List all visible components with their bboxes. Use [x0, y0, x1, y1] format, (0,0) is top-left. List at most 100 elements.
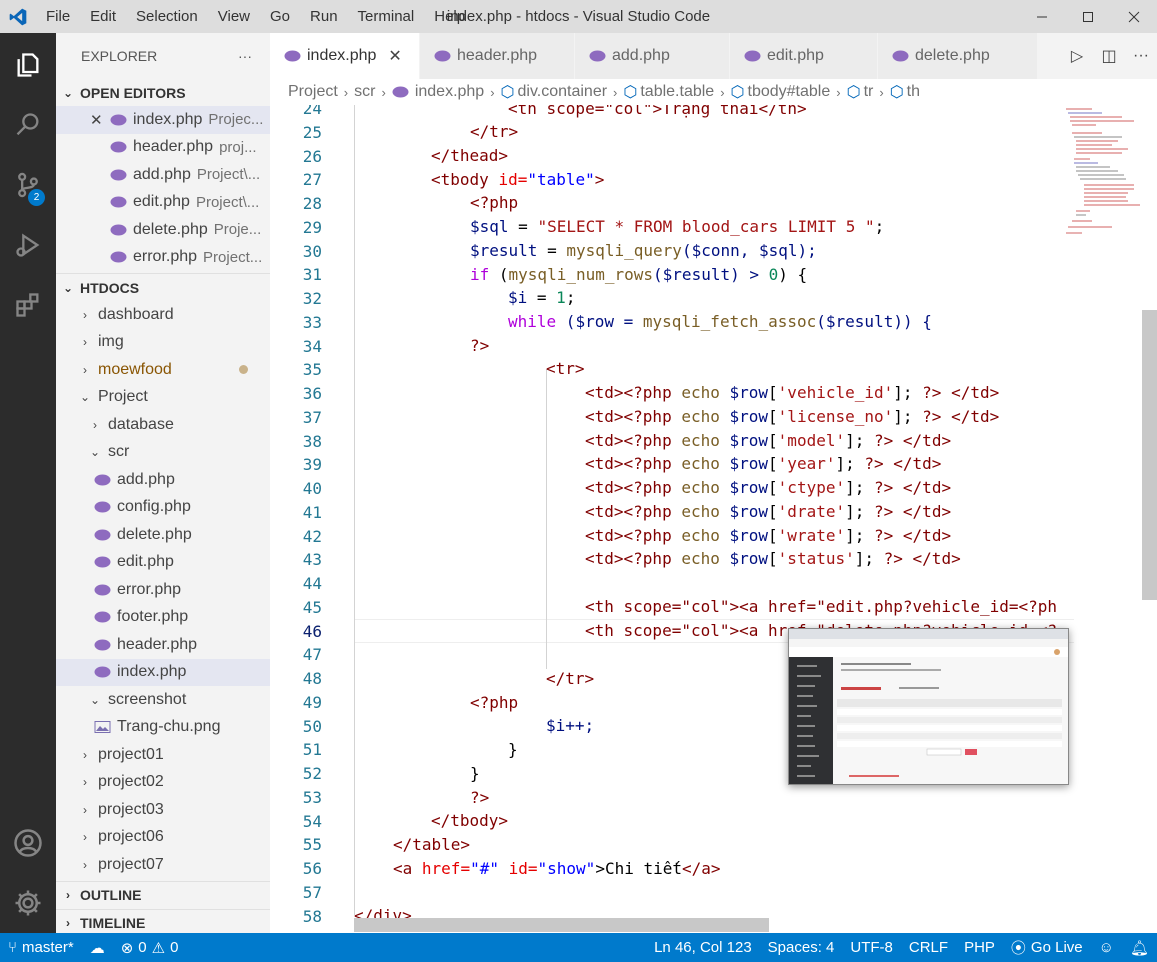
menu-terminal[interactable]: Terminal [348, 0, 425, 33]
file-item[interactable]: index.php [56, 658, 270, 686]
tab-add-php[interactable]: add.php [575, 33, 730, 79]
code-line: if (mysqli_num_rows($result) > 0) { [470, 265, 807, 284]
sync-status[interactable]: ☁ [82, 939, 113, 957]
split-editor-icon[interactable]: ◫ [1093, 46, 1125, 66]
open-editor-item[interactable]: error.php Project... [56, 244, 270, 272]
breadcrumb-item[interactable]: Project [288, 83, 338, 101]
encoding[interactable]: UTF-8 [842, 939, 901, 956]
breadcrumb-item[interactable]: table.table [640, 83, 714, 101]
menu-run[interactable]: Run [300, 0, 348, 33]
file-item[interactable]: footer.php [56, 604, 270, 632]
breadcrumb-item[interactable]: tbody#table [748, 83, 831, 101]
problems-status[interactable]: ⊗ 0 ⚠ 0 [113, 939, 187, 957]
menu-selection[interactable]: Selection [126, 0, 208, 33]
accounts-icon[interactable] [0, 819, 56, 867]
close-tab-icon[interactable]: ✕ [388, 46, 401, 66]
code-token: $row [729, 383, 769, 402]
indentation[interactable]: Spaces: 4 [760, 939, 843, 956]
run-debug-icon[interactable] [0, 221, 56, 269]
folder-project01[interactable]: › project01 [56, 741, 270, 769]
line-number: 49 [302, 692, 322, 712]
open-editor-item[interactable]: ✕ index.php Projec... [56, 106, 270, 134]
file-item[interactable]: edit.php [56, 549, 270, 577]
cursor-position[interactable]: Ln 46, Col 123 [646, 939, 760, 956]
breadcrumb-item[interactable]: scr [354, 83, 375, 101]
code-token: </td> [893, 501, 952, 521]
tab-edit-php[interactable]: edit.php [730, 33, 878, 79]
folder-project02[interactable]: › project02 [56, 769, 270, 797]
source-control-icon[interactable]: 2 [0, 161, 56, 209]
language-mode[interactable]: PHP [956, 939, 1003, 956]
breadcrumb-item[interactable]: div.container [518, 83, 608, 101]
folder-project[interactable]: ⌄ Project [56, 384, 270, 412]
minimize-button[interactable] [1019, 0, 1065, 33]
branch-status[interactable]: ⑂ master* [0, 939, 82, 956]
open-editors-section[interactable]: ⌄ OPEN EDITORS [56, 79, 270, 106]
open-editor-item[interactable]: header.php proj... [56, 134, 270, 162]
error-count: 0 [138, 939, 147, 956]
open-editor-item[interactable]: add.php Project\... [56, 161, 270, 189]
breadcrumb-item[interactable]: index.php [415, 83, 484, 101]
file-item[interactable]: header.php [56, 631, 270, 659]
settings-gear-icon[interactable] [0, 879, 56, 927]
tab-index-php[interactable]: index.php ✕ [270, 33, 420, 79]
tab-delete-php[interactable]: delete.php [878, 33, 1038, 79]
file-item[interactable]: add.php [56, 466, 270, 494]
code-token: "show" [537, 859, 596, 878]
extensions-icon[interactable] [0, 281, 56, 329]
notifications-bell-icon[interactable]: 🔔︎ [1122, 939, 1157, 957]
minimap[interactable] [1062, 105, 1142, 245]
close-icon[interactable]: ✕ [90, 111, 104, 129]
feedback-icon[interactable]: ☺ [1091, 939, 1122, 956]
folder-img[interactable]: › img [56, 329, 270, 357]
file-item[interactable]: config.php [56, 494, 270, 522]
maximize-button[interactable] [1065, 0, 1111, 33]
breadcrumb-item[interactable]: th [907, 83, 920, 101]
menu-help[interactable]: Help [424, 0, 475, 33]
menu-view[interactable]: View [208, 0, 260, 33]
folder-screenshot[interactable]: ⌄ screenshot [56, 686, 270, 714]
vertical-scrollbar[interactable] [1142, 310, 1157, 600]
code-token: </thead> [431, 146, 509, 165]
folder-dashboard[interactable]: › dashboard [56, 301, 270, 329]
open-editor-item[interactable]: edit.php Project\... [56, 189, 270, 217]
git-branch-icon: ⑂ [8, 939, 18, 956]
code-token: </td> [941, 383, 1000, 402]
file-name: index.php [133, 110, 203, 128]
folder-scr[interactable]: ⌄ scr [56, 439, 270, 467]
folder-database[interactable]: › database [56, 411, 270, 439]
open-editor-item[interactable]: delete.php Proje... [56, 216, 270, 244]
end-of-line[interactable]: CRLF [901, 939, 956, 956]
more-actions-icon[interactable]: ··· [1125, 47, 1157, 65]
tab-header-php[interactable]: header.php [420, 33, 575, 79]
menu-edit[interactable]: Edit [80, 0, 126, 33]
outline-section[interactable]: › OUTLINE [56, 882, 270, 909]
search-icon[interactable] [0, 101, 56, 149]
code-token: </table> [393, 835, 471, 854]
htdocs-section[interactable]: ⌄ HTDOCS [56, 274, 270, 301]
menu-file[interactable]: File [36, 0, 80, 33]
code-editor[interactable]: 24 25 26 27 28 29 30 31 32 33 34 35 36 37 38 39 40 41 42 43… [270, 105, 1157, 933]
chevron-right-icon: › [93, 417, 97, 432]
folder-project07[interactable]: › project07 [56, 851, 270, 879]
close-window-button[interactable] [1111, 0, 1157, 33]
file-item[interactable]: error.php [56, 576, 270, 604]
menu-go[interactable]: Go [260, 0, 300, 33]
folder-project03[interactable]: › project03 [56, 796, 270, 824]
file-item[interactable]: Trang-chu.png [56, 714, 270, 742]
folder-moewfood[interactable]: › moewfood [56, 356, 270, 384]
explorer-icon[interactable] [0, 41, 56, 89]
folder-project06[interactable]: › project06 [56, 824, 270, 852]
code-token: <td> [585, 430, 624, 450]
code-token: ?> [922, 406, 942, 426]
code-token: </tr> [546, 669, 595, 688]
run-file-icon[interactable]: ▷ [1061, 46, 1093, 66]
code-token: </td> [893, 430, 952, 450]
file-item[interactable]: delete.php [56, 521, 270, 549]
code-line: } [470, 764, 480, 783]
horizontal-scrollbar[interactable] [354, 918, 769, 932]
more-actions-button[interactable]: ··· [238, 48, 252, 64]
breadcrumb-item[interactable]: tr [864, 83, 874, 101]
go-live-button[interactable]: ⦿ Go Live [1003, 937, 1091, 958]
php-file-icon [110, 141, 127, 153]
